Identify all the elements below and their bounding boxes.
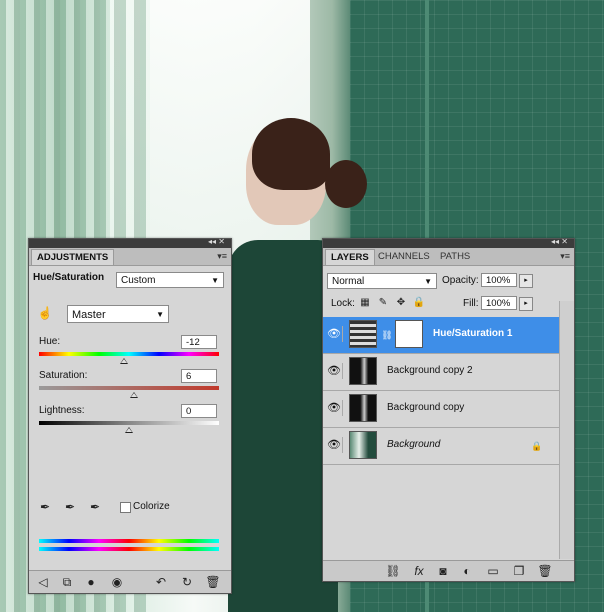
mask-thumbnail (395, 320, 423, 348)
hue-slider-thumb[interactable] (119, 358, 128, 364)
fill-input[interactable]: 100% (481, 296, 517, 310)
layer-thumbnail (349, 431, 377, 459)
reset-icon[interactable]: ↻ (179, 574, 195, 590)
layers-tabbar: LAYERS CHANNELS PATHS ▾≡ (323, 248, 574, 266)
chevron-down-icon: ▼ (156, 310, 164, 319)
trash-icon[interactable]: 🗑 (537, 563, 553, 579)
fill-label: Fill: (463, 298, 479, 309)
opacity-slider-button[interactable]: ▸ (519, 274, 533, 288)
lock-fill-row: Lock: ▦ ✎ ✥ 🔒 Fill: 100% ▸ (323, 294, 574, 316)
adjustments-tabbar: ADJUSTMENTS ▾≡ (29, 248, 231, 266)
back-arrow-icon[interactable]: ◁ (35, 574, 51, 590)
eyedropper-plus-icon[interactable]: ✒ (62, 499, 78, 515)
layer-row[interactable]: 👁 ⛓ Hue/Saturation 1 (323, 317, 560, 354)
eye-icon[interactable]: 👁 (326, 326, 343, 342)
woman-hair (252, 118, 330, 190)
visibility-icon[interactable]: ◉ (109, 574, 125, 590)
hue-spectrum-bar (39, 352, 219, 356)
lock-all-icon[interactable]: 🔒 (411, 295, 427, 311)
blend-opacity-row: Normal ▼ Opacity: 100% ▸ (323, 271, 574, 293)
blend-mode-value: Normal (332, 276, 365, 287)
channel-value: Master (72, 309, 106, 321)
tab-channels[interactable]: CHANNELS (373, 249, 435, 264)
trash-icon[interactable]: 🗑 (205, 574, 221, 590)
layer-name: Background (387, 439, 441, 450)
blend-mode-select[interactable]: Normal ▼ (327, 273, 437, 289)
lock-position-icon[interactable]: ✥ (393, 295, 409, 311)
panel-titlebar[interactable]: ◂◂ ✕ (323, 237, 574, 248)
opacity-label: Opacity: (442, 275, 479, 286)
saturation-bar (39, 386, 219, 390)
layer-name: Background copy (387, 402, 465, 413)
spectrum-bar-top (39, 539, 219, 543)
layers-scrollbar[interactable] (559, 301, 574, 559)
fill-slider-button[interactable]: ▸ (519, 297, 533, 311)
lock-transparency-icon[interactable]: ▦ (357, 295, 373, 311)
panel-menu-icon[interactable]: ▾≡ (217, 251, 227, 262)
hue-label: Hue: (39, 336, 61, 347)
layer-thumbnail (349, 357, 377, 385)
new-layer-icon[interactable]: ❐ (511, 563, 527, 579)
adjustment-thumbnail (349, 320, 377, 348)
chevron-down-icon: ▼ (211, 276, 219, 285)
layers-footer: ⛓ fx ◙ ◐ ▭ ❐ 🗑 (323, 560, 574, 581)
lightness-label: Lightness: (39, 405, 85, 416)
saturation-input[interactable]: 6 (181, 369, 217, 383)
panel-menu-icon[interactable]: ▾≡ (560, 251, 570, 262)
lock-icon: 🔒 (531, 441, 543, 451)
colorize-label: Colorize (133, 501, 170, 512)
adjustments-footer: ◁ ⧉ ● ◉ ↶ ↻ 🗑 (29, 570, 231, 593)
adjustment-title: Hue/Saturation (33, 272, 105, 283)
layers-panel: ◂◂ ✕ LAYERS CHANNELS PATHS ▾≡ Normal ▼ O… (322, 237, 575, 582)
tab-layers[interactable]: LAYERS (325, 249, 375, 265)
eye-icon[interactable]: 👁 (326, 363, 343, 379)
new-adjustment-icon[interactable]: ◐ (459, 563, 475, 579)
lightness-input[interactable]: 0 (181, 404, 217, 418)
hue-input[interactable]: -12 (181, 335, 217, 349)
eyedropper-minus-icon[interactable]: ✒ (87, 499, 103, 515)
lock-label: Lock: (331, 298, 355, 309)
lightness-slider-thumb[interactable] (125, 427, 133, 433)
link-icon[interactable]: ⛓ (379, 327, 395, 343)
lightness-bar (39, 421, 219, 425)
lock-pixels-icon[interactable]: ✎ (375, 295, 391, 311)
colorize-checkbox[interactable] (120, 502, 131, 513)
new-group-icon[interactable]: ▭ (485, 563, 501, 579)
panel-titlebar[interactable]: ◂◂ ✕ (29, 237, 231, 248)
layer-row[interactable]: 👁 Background copy 2 (323, 354, 560, 391)
collapse-icon[interactable]: ◂◂ ✕ (208, 237, 225, 246)
eye-icon[interactable]: 👁 (326, 437, 343, 453)
woman-hair-bun (325, 160, 367, 208)
layer-row[interactable]: 👁 Background copy (323, 391, 560, 428)
preset-value: Custom (121, 275, 156, 286)
eye-icon[interactable]: 👁 (326, 400, 343, 416)
layer-row[interactable]: 👁 Background 🔒 (323, 428, 560, 465)
layer-name: Background copy 2 (387, 365, 473, 376)
link-layers-icon[interactable]: ⛓ (385, 563, 401, 579)
tab-paths[interactable]: PATHS (435, 249, 475, 264)
layer-name: Hue/Saturation 1 (433, 328, 513, 339)
tab-adjustments[interactable]: ADJUSTMENTS (31, 249, 115, 265)
clip-layer-icon[interactable]: ● (83, 574, 99, 590)
spectrum-bar-bottom (39, 547, 219, 551)
fx-icon[interactable]: fx (411, 563, 427, 579)
expand-view-icon[interactable]: ⧉ (59, 574, 75, 590)
layer-thumbnail (349, 394, 377, 422)
previous-state-icon[interactable]: ↶ (153, 574, 169, 590)
add-mask-icon[interactable]: ◙ (435, 563, 451, 579)
channel-select[interactable]: Master ▼ (67, 305, 169, 323)
chevron-down-icon: ▼ (424, 277, 432, 286)
eyedropper-icon[interactable]: ✒ (37, 499, 53, 515)
targeted-adjust-icon[interactable]: ☝ (37, 305, 53, 321)
saturation-label: Saturation: (39, 370, 88, 381)
collapse-icon[interactable]: ◂◂ ✕ (551, 237, 568, 246)
preset-select[interactable]: Custom ▼ (116, 272, 224, 288)
opacity-input[interactable]: 100% (481, 273, 517, 287)
adjustments-panel: ◂◂ ✕ ADJUSTMENTS ▾≡ Hue/Saturation Custo… (28, 237, 232, 594)
saturation-slider-thumb[interactable] (130, 392, 139, 398)
